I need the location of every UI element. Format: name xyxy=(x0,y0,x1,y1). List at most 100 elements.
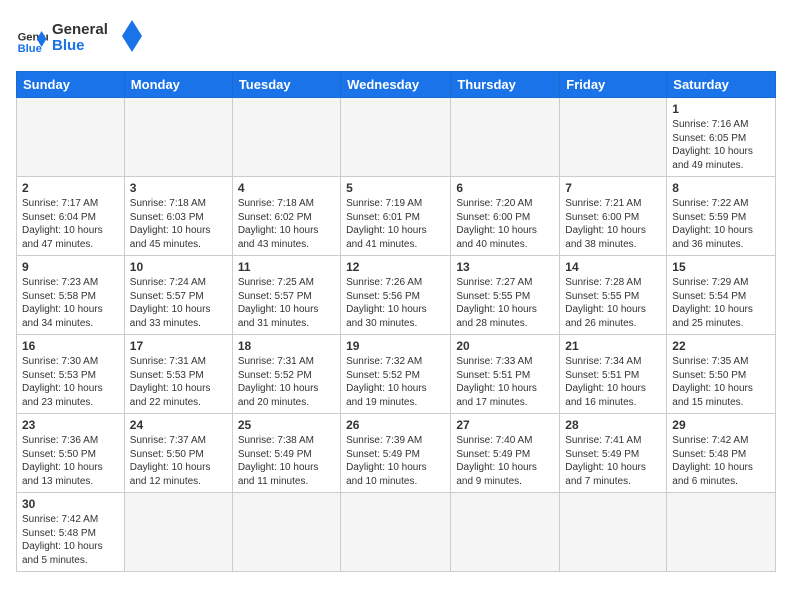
day-number: 2 xyxy=(22,181,119,195)
day-info: Sunrise: 7:30 AMSunset: 5:53 PMDaylight:… xyxy=(22,355,119,409)
calendar-week-1: 1 Sunrise: 7:16 AMSunset: 6:05 PMDaylight… xyxy=(17,98,776,177)
day-info: Sunrise: 7:33 AMSunset: 5:51 PMDaylight:… xyxy=(456,355,554,409)
calendar-cell: 1 Sunrise: 7:16 AMSunset: 6:05 PMDaylight… xyxy=(667,98,776,177)
calendar-cell: 16 Sunrise: 7:30 AMSunset: 5:53 PMDayligh… xyxy=(17,335,125,414)
day-number: 1 xyxy=(672,102,770,116)
day-number: 11 xyxy=(238,260,335,274)
day-info: Sunrise: 7:42 AMSunset: 5:48 PMDaylight:… xyxy=(672,434,770,488)
day-number: 23 xyxy=(22,418,119,432)
calendar-cell: 2 Sunrise: 7:17 AMSunset: 6:04 PMDaylight… xyxy=(17,177,125,256)
day-number: 28 xyxy=(565,418,661,432)
day-info: Sunrise: 7:31 AMSunset: 5:52 PMDaylight:… xyxy=(238,355,335,409)
day-info: Sunrise: 7:26 AMSunset: 5:56 PMDaylight:… xyxy=(346,276,445,330)
day-number: 12 xyxy=(346,260,445,274)
calendar-week-4: 16 Sunrise: 7:30 AMSunset: 5:53 PMDayligh… xyxy=(17,335,776,414)
calendar-cell: 14 Sunrise: 7:28 AMSunset: 5:55 PMDayligh… xyxy=(560,256,667,335)
day-info: Sunrise: 7:28 AMSunset: 5:55 PMDaylight:… xyxy=(565,276,661,330)
day-info: Sunrise: 7:21 AMSunset: 6:00 PMDaylight:… xyxy=(565,197,661,251)
day-number: 25 xyxy=(238,418,335,432)
day-info: Sunrise: 7:36 AMSunset: 5:50 PMDaylight:… xyxy=(22,434,119,488)
day-number: 21 xyxy=(565,339,661,353)
calendar-cell: 20 Sunrise: 7:33 AMSunset: 5:51 PMDayligh… xyxy=(451,335,560,414)
calendar-cell: 28 Sunrise: 7:41 AMSunset: 5:49 PMDayligh… xyxy=(560,414,667,493)
calendar-cell: 29 Sunrise: 7:42 AMSunset: 5:48 PMDayligh… xyxy=(667,414,776,493)
logo-svg: General Blue xyxy=(52,16,142,56)
weekday-header-thursday: Thursday xyxy=(451,72,560,98)
day-number: 16 xyxy=(22,339,119,353)
calendar-cell xyxy=(451,493,560,572)
calendar-cell: 8 Sunrise: 7:22 AMSunset: 5:59 PMDaylight… xyxy=(667,177,776,256)
calendar-week-5: 23 Sunrise: 7:36 AMSunset: 5:50 PMDayligh… xyxy=(17,414,776,493)
day-number: 20 xyxy=(456,339,554,353)
day-info: Sunrise: 7:25 AMSunset: 5:57 PMDaylight:… xyxy=(238,276,335,330)
day-info: Sunrise: 7:17 AMSunset: 6:04 PMDaylight:… xyxy=(22,197,119,251)
calendar-cell: 12 Sunrise: 7:26 AMSunset: 5:56 PMDayligh… xyxy=(341,256,451,335)
day-info: Sunrise: 7:18 AMSunset: 6:03 PMDaylight:… xyxy=(130,197,227,251)
day-number: 6 xyxy=(456,181,554,195)
day-number: 7 xyxy=(565,181,661,195)
day-number: 13 xyxy=(456,260,554,274)
day-info: Sunrise: 7:41 AMSunset: 5:49 PMDaylight:… xyxy=(565,434,661,488)
calendar-cell: 23 Sunrise: 7:36 AMSunset: 5:50 PMDayligh… xyxy=(17,414,125,493)
day-number: 5 xyxy=(346,181,445,195)
weekday-header-row: SundayMondayTuesdayWednesdayThursdayFrid… xyxy=(17,72,776,98)
calendar-cell xyxy=(560,493,667,572)
day-info: Sunrise: 7:38 AMSunset: 5:49 PMDaylight:… xyxy=(238,434,335,488)
page-header: General Blue General Blue xyxy=(16,16,776,61)
calendar-table: SundayMondayTuesdayWednesdayThursdayFrid… xyxy=(16,71,776,572)
day-number: 3 xyxy=(130,181,227,195)
day-info: Sunrise: 7:39 AMSunset: 5:49 PMDaylight:… xyxy=(346,434,445,488)
day-info: Sunrise: 7:18 AMSunset: 6:02 PMDaylight:… xyxy=(238,197,335,251)
day-info: Sunrise: 7:42 AMSunset: 5:48 PMDaylight:… xyxy=(22,513,119,567)
svg-text:General: General xyxy=(52,21,108,38)
calendar-cell: 30Sunrise: 7:42 AMSunset: 5:48 PMDayligh… xyxy=(17,493,125,572)
day-number: 15 xyxy=(672,260,770,274)
day-number: 4 xyxy=(238,181,335,195)
calendar-cell: 25 Sunrise: 7:38 AMSunset: 5:49 PMDayligh… xyxy=(232,414,340,493)
day-number: 27 xyxy=(456,418,554,432)
day-number: 18 xyxy=(238,339,335,353)
day-info: Sunrise: 7:34 AMSunset: 5:51 PMDaylight:… xyxy=(565,355,661,409)
calendar-cell: 17 Sunrise: 7:31 AMSunset: 5:53 PMDayligh… xyxy=(124,335,232,414)
day-info: Sunrise: 7:16 AMSunset: 6:05 PMDaylight:… xyxy=(672,118,770,172)
day-number: 29 xyxy=(672,418,770,432)
calendar-week-3: 9 Sunrise: 7:23 AMSunset: 5:58 PMDaylight… xyxy=(17,256,776,335)
day-info: Sunrise: 7:24 AMSunset: 5:57 PMDaylight:… xyxy=(130,276,227,330)
calendar-cell: 6 Sunrise: 7:20 AMSunset: 6:00 PMDaylight… xyxy=(451,177,560,256)
calendar-cell: 11 Sunrise: 7:25 AMSunset: 5:57 PMDayligh… xyxy=(232,256,340,335)
day-info: Sunrise: 7:22 AMSunset: 5:59 PMDaylight:… xyxy=(672,197,770,251)
day-number: 22 xyxy=(672,339,770,353)
calendar-cell: 24 Sunrise: 7:37 AMSunset: 5:50 PMDayligh… xyxy=(124,414,232,493)
calendar-cell: 13 Sunrise: 7:27 AMSunset: 5:55 PMDayligh… xyxy=(451,256,560,335)
day-number: 17 xyxy=(130,339,227,353)
calendar-cell xyxy=(341,493,451,572)
day-info: Sunrise: 7:27 AMSunset: 5:55 PMDaylight:… xyxy=(456,276,554,330)
logo-icon: General Blue xyxy=(16,23,48,55)
calendar-cell: 22Sunrise: 7:35 AMSunset: 5:50 PMDayligh… xyxy=(667,335,776,414)
day-info: Sunrise: 7:23 AMSunset: 5:58 PMDaylight:… xyxy=(22,276,119,330)
calendar-cell: 4 Sunrise: 7:18 AMSunset: 6:02 PMDaylight… xyxy=(232,177,340,256)
day-number: 8 xyxy=(672,181,770,195)
calendar-week-6: 30Sunrise: 7:42 AMSunset: 5:48 PMDayligh… xyxy=(17,493,776,572)
calendar-cell xyxy=(341,98,451,177)
weekday-header-friday: Friday xyxy=(560,72,667,98)
calendar-cell xyxy=(124,493,232,572)
calendar-cell xyxy=(232,493,340,572)
calendar-cell: 7 Sunrise: 7:21 AMSunset: 6:00 PMDaylight… xyxy=(560,177,667,256)
day-number: 9 xyxy=(22,260,119,274)
day-number: 14 xyxy=(565,260,661,274)
calendar-cell: 27Sunrise: 7:40 AMSunset: 5:49 PMDayligh… xyxy=(451,414,560,493)
day-info: Sunrise: 7:31 AMSunset: 5:53 PMDaylight:… xyxy=(130,355,227,409)
day-info: Sunrise: 7:20 AMSunset: 6:00 PMDaylight:… xyxy=(456,197,554,251)
day-number: 24 xyxy=(130,418,227,432)
weekday-header-tuesday: Tuesday xyxy=(232,72,340,98)
logo: General Blue General Blue xyxy=(16,16,142,61)
calendar-cell: 26Sunrise: 7:39 AMSunset: 5:49 PMDayligh… xyxy=(341,414,451,493)
day-number: 10 xyxy=(130,260,227,274)
weekday-header-wednesday: Wednesday xyxy=(341,72,451,98)
day-info: Sunrise: 7:37 AMSunset: 5:50 PMDaylight:… xyxy=(130,434,227,488)
day-info: Sunrise: 7:32 AMSunset: 5:52 PMDaylight:… xyxy=(346,355,445,409)
svg-text:Blue: Blue xyxy=(52,37,85,54)
calendar-cell: 15Sunrise: 7:29 AMSunset: 5:54 PMDayligh… xyxy=(667,256,776,335)
calendar-cell: 10 Sunrise: 7:24 AMSunset: 5:57 PMDayligh… xyxy=(124,256,232,335)
